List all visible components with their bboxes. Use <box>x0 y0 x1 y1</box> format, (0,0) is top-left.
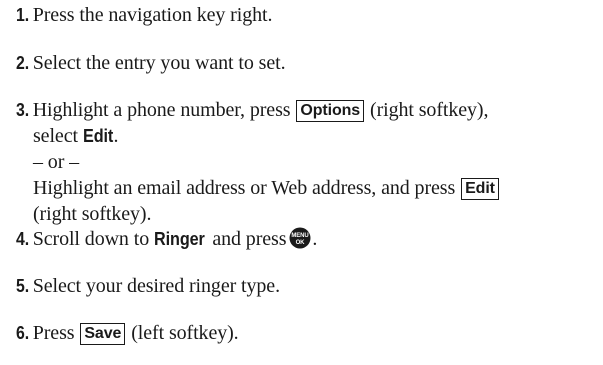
or-separator: – or – <box>33 151 80 173</box>
ringer-menu-label: Ringer <box>154 229 205 249</box>
step-text: (left softkey). <box>131 322 239 344</box>
step-alternative: Highlight an email address or Web addres… <box>16 175 500 201</box>
step-text: select <box>33 125 78 147</box>
options-key-label: Options <box>296 100 365 122</box>
step-text: Press the navigation key right. <box>32 4 273 26</box>
step-number: 6. <box>16 323 30 343</box>
edit-menu-label: Edit <box>82 126 114 146</box>
step-1: 1. Press the navigation key right. <box>16 2 272 28</box>
step-number: 5. <box>16 276 30 296</box>
edit-key-label: Edit <box>461 178 499 200</box>
step-text: Highlight a phone number, press <box>32 99 291 121</box>
step-2: 2. Select the entry you want to set. <box>16 50 286 76</box>
menu-ok-icon-bottom: OK <box>296 240 306 246</box>
save-key-label: Save <box>80 323 126 345</box>
step-number: 2. <box>16 53 30 73</box>
step-text: Select your desired ringer type. <box>32 275 280 297</box>
step-text: Scroll down to <box>32 228 150 250</box>
step-text: Select the entry you want to set. <box>32 52 286 74</box>
menu-ok-icon-top: MENU <box>292 233 309 239</box>
step-5: 5. Select your desired ringer type. <box>16 273 280 299</box>
menu-ok-icon: MENU OK <box>289 227 311 249</box>
step-text: . <box>312 228 318 250</box>
step-text: (right softkey). <box>33 203 152 225</box>
step-continuation: select Edit. <box>16 123 500 149</box>
step-6: 6. Press Save (left softkey). <box>16 320 239 346</box>
step-number: 4. <box>16 229 30 249</box>
step-4: 4. Scroll down to Ringer and press MENU … <box>16 226 317 252</box>
step-text: . <box>113 125 119 147</box>
step-number: 3. <box>16 100 30 120</box>
step-3: 3. Highlight a phone number, press Optio… <box>16 97 500 227</box>
step-text: (right softkey), <box>370 99 489 121</box>
step-number: 1. <box>16 5 30 25</box>
step-text: Press <box>32 322 75 344</box>
step-text: Highlight an email address or Web addres… <box>33 177 456 199</box>
step-text: and press <box>212 228 287 250</box>
